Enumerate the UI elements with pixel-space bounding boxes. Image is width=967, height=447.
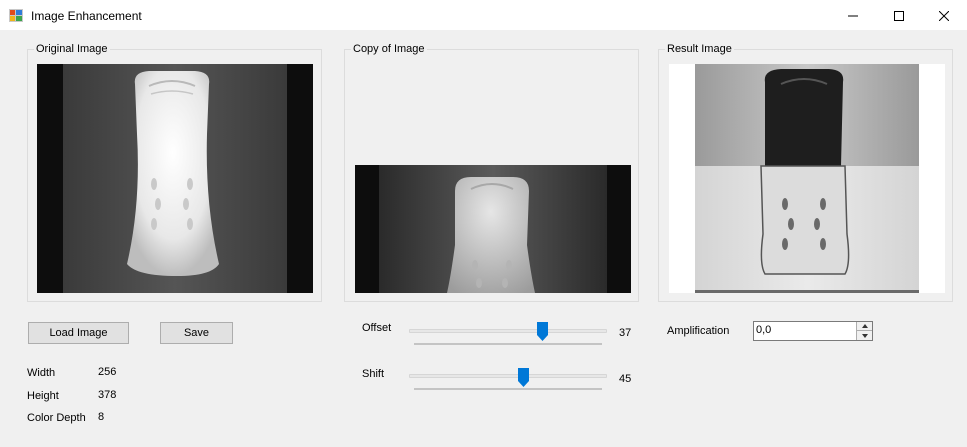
shift-value: 45 bbox=[619, 373, 632, 385]
original-image-picture bbox=[37, 64, 313, 293]
app-icon bbox=[9, 9, 23, 22]
shift-slider-thumb[interactable] bbox=[518, 368, 529, 387]
shift-slider-ticks bbox=[414, 388, 602, 390]
result-image-picture bbox=[669, 64, 945, 293]
minimize-button[interactable] bbox=[830, 0, 876, 31]
spin-down-button[interactable] bbox=[856, 331, 872, 340]
amplification-spinner[interactable]: 0,0 bbox=[753, 321, 873, 341]
copy-image-picture bbox=[355, 165, 631, 293]
offset-slider-track[interactable] bbox=[409, 329, 607, 333]
window-title: Image Enhancement bbox=[31, 9, 142, 23]
offset-value: 37 bbox=[619, 327, 632, 339]
close-icon bbox=[939, 10, 949, 21]
save-button[interactable]: Save bbox=[160, 322, 233, 344]
result-image-label: Result Image bbox=[665, 43, 734, 55]
color-depth-label: Color Depth bbox=[27, 412, 86, 424]
offset-label: Offset bbox=[362, 322, 392, 334]
shift-slider-track[interactable] bbox=[409, 374, 607, 378]
spin-up-button[interactable] bbox=[856, 322, 872, 331]
shift-label: Shift bbox=[362, 368, 385, 380]
offset-slider-thumb[interactable] bbox=[537, 322, 548, 341]
amplification-value[interactable]: 0,0 bbox=[756, 324, 771, 336]
height-value: 378 bbox=[98, 389, 117, 401]
chevron-down-icon bbox=[861, 333, 868, 338]
copy-image-label: Copy of Image bbox=[351, 43, 427, 55]
maximize-icon bbox=[894, 10, 904, 21]
load-image-button[interactable]: Load Image bbox=[28, 322, 129, 344]
offset-slider-ticks bbox=[414, 343, 602, 345]
height-label: Height bbox=[27, 390, 59, 402]
chevron-up-icon bbox=[861, 324, 868, 328]
color-depth-value: 8 bbox=[98, 411, 105, 423]
width-value: 256 bbox=[98, 366, 117, 378]
title-bar: Image Enhancement bbox=[0, 0, 967, 31]
maximize-button[interactable] bbox=[876, 0, 922, 31]
amplification-label: Amplification bbox=[667, 325, 730, 337]
minimize-icon bbox=[848, 15, 858, 16]
close-button[interactable] bbox=[921, 0, 967, 31]
width-label: Width bbox=[27, 367, 56, 379]
original-image-label: Original Image bbox=[34, 43, 110, 55]
